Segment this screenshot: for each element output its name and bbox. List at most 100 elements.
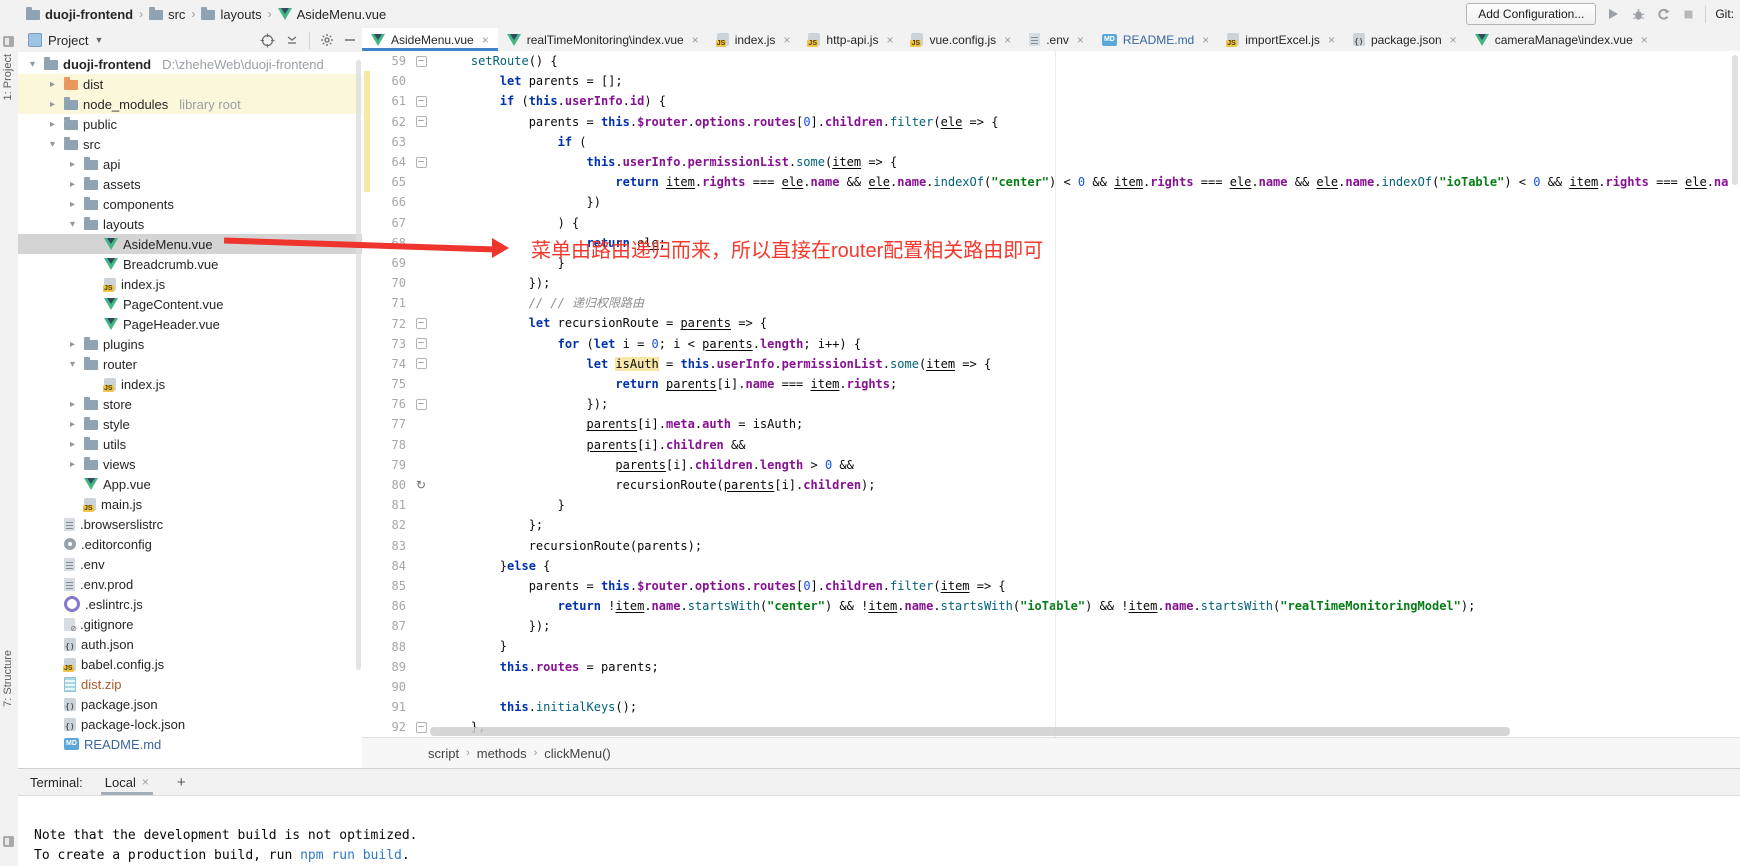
chevron-closed-icon[interactable]: ▸ xyxy=(66,179,79,190)
editor-tab-realtimemonitoring-index-vue[interactable]: realTimeMonitoring\index.vue× xyxy=(498,28,708,51)
project-tree-scrollbar[interactable] xyxy=(356,60,361,670)
code-line-61[interactable]: 61– if (this.userInfo.id) { xyxy=(362,91,1740,111)
tree-item-readme-md[interactable]: README.md xyxy=(18,734,362,754)
tree-item-dist-zip[interactable]: dist.zip xyxy=(18,674,362,694)
tree-item-layouts[interactable]: ▾layouts xyxy=(18,214,362,234)
stop-icon[interactable] xyxy=(1680,6,1696,22)
close-tab-icon[interactable]: × xyxy=(1450,33,1457,47)
code-breadcrumb-clickmenu[interactable]: clickMenu() xyxy=(544,746,610,761)
close-terminal-tab-icon[interactable]: × xyxy=(142,775,149,789)
code-line-89[interactable]: 89 this.routes = parents; xyxy=(362,657,1740,677)
tree-item-store[interactable]: ▸store xyxy=(18,394,362,414)
tree-item-gitignore[interactable]: .gitignore xyxy=(18,614,362,634)
tool-button-project[interactable]: 1: Project xyxy=(2,54,14,100)
tree-item-views[interactable]: ▸views xyxy=(18,454,362,474)
recursive-call-icon[interactable]: ↻ xyxy=(414,478,428,492)
code-line-66[interactable]: 66 }) xyxy=(362,192,1740,212)
fold-region-icon[interactable]: – xyxy=(414,96,428,107)
tree-item-node-modules[interactable]: ▸node_moduleslibrary root xyxy=(18,94,362,114)
locate-file-icon[interactable] xyxy=(260,33,275,48)
fold-region-icon[interactable]: – xyxy=(414,722,428,733)
tree-item-components[interactable]: ▸components xyxy=(18,194,362,214)
code-line-64[interactable]: 64– this.userInfo.permissionList.some(it… xyxy=(362,152,1740,172)
fold-region-icon[interactable]: – xyxy=(414,56,428,67)
code-line-86[interactable]: 86 return !item.name.startsWith("center"… xyxy=(362,596,1740,616)
tree-item-breadcrumb-vue[interactable]: Breadcrumb.vue xyxy=(18,254,362,274)
tree-item-auth-json[interactable]: auth.json xyxy=(18,634,362,654)
run-icon[interactable] xyxy=(1605,6,1621,22)
tool-button-structure[interactable]: 7: Structure xyxy=(2,650,14,707)
fold-region-icon[interactable]: – xyxy=(414,157,428,168)
code-line-62[interactable]: 62– parents = this.$router.options.route… xyxy=(362,112,1740,132)
tree-item-editorconfig[interactable]: .editorconfig xyxy=(18,534,362,554)
tree-item-pagecontent-vue[interactable]: PageContent.vue xyxy=(18,294,362,314)
tree-item-router[interactable]: ▾router xyxy=(18,354,362,374)
code-line-87[interactable]: 87 }); xyxy=(362,616,1740,636)
editor-tab-asidemenu-vue[interactable]: AsideMenu.vue× xyxy=(362,28,498,51)
tree-item-main-js[interactable]: main.js xyxy=(18,494,362,514)
chevron-closed-icon[interactable]: ▸ xyxy=(66,399,79,410)
code-line-79[interactable]: 79 parents[i].children.length > 0 && xyxy=(362,455,1740,475)
git-label[interactable]: Git: xyxy=(1715,7,1734,21)
close-tab-icon[interactable]: × xyxy=(1328,33,1335,47)
code-line-78[interactable]: 78 parents[i].children && xyxy=(362,435,1740,455)
add-configuration-button[interactable]: Add Configuration... xyxy=(1466,3,1596,25)
code-line-71[interactable]: 71 // // 递归权限路由 xyxy=(362,293,1740,313)
code-line-67[interactable]: 67 ) { xyxy=(362,213,1740,233)
tree-item-package-json[interactable]: package.json xyxy=(18,694,362,714)
fold-region-icon[interactable]: – xyxy=(414,318,428,329)
editor-tab-env[interactable]: .env× xyxy=(1020,28,1093,51)
chevron-closed-icon[interactable]: ▸ xyxy=(66,419,79,430)
chevron-open-icon[interactable]: ▾ xyxy=(66,359,79,370)
bottom-tool-icon[interactable] xyxy=(3,836,14,847)
close-tab-icon[interactable]: × xyxy=(482,33,489,47)
vertical-scrollbar[interactable] xyxy=(1732,55,1738,185)
chevron-open-icon[interactable]: ▾ xyxy=(46,139,59,150)
editor-tab-vue-config-js[interactable]: vue.config.js× xyxy=(902,28,1020,51)
close-tab-icon[interactable]: × xyxy=(1202,33,1209,47)
chevron-closed-icon[interactable]: ▸ xyxy=(66,459,79,470)
settings-gear-icon[interactable] xyxy=(320,33,334,47)
tree-item-index-js[interactable]: index.js xyxy=(18,374,362,394)
tree-item-duoji-frontend[interactable]: ▾duoji-frontendD:\zheheWeb\duoji-fronten… xyxy=(18,54,362,74)
close-tab-icon[interactable]: × xyxy=(783,33,790,47)
code-line-72[interactable]: 72– let recursionRoute = parents => { xyxy=(362,313,1740,333)
code-line-85[interactable]: 85 parents = this.$router.options.routes… xyxy=(362,576,1740,596)
editor-tab-package-json[interactable]: package.json× xyxy=(1344,28,1466,51)
close-tab-icon[interactable]: × xyxy=(1077,33,1084,47)
code-line-83[interactable]: 83 recursionRoute(parents); xyxy=(362,536,1740,556)
code-breadcrumb-script[interactable]: script xyxy=(428,746,459,761)
tree-item-eslintrc-js[interactable]: .eslintrc.js xyxy=(18,594,362,614)
tree-item-babel-config-js[interactable]: babel.config.js xyxy=(18,654,362,674)
tree-item-style[interactable]: ▸style xyxy=(18,414,362,434)
close-tab-icon[interactable]: × xyxy=(692,33,699,47)
code-line-74[interactable]: 74– let isAuth = this.userInfo.permissio… xyxy=(362,354,1740,374)
editor-tab-http-api-js[interactable]: http-api.js× xyxy=(799,28,902,51)
rerun-coverage-icon[interactable] xyxy=(1655,6,1671,22)
horizontal-scrollbar[interactable] xyxy=(430,727,1510,736)
chevron-closed-icon[interactable]: ▸ xyxy=(66,439,79,450)
editor-tab-index-js[interactable]: index.js× xyxy=(708,28,800,51)
breadcrumb-item-asidemenu-vue[interactable]: AsideMenu.vue xyxy=(278,7,387,22)
tree-item-pageheader-vue[interactable]: PageHeader.vue xyxy=(18,314,362,334)
tree-item-src[interactable]: ▾src xyxy=(18,134,362,154)
close-tab-icon[interactable]: × xyxy=(1004,33,1011,47)
code-line-80[interactable]: 80↻ recursionRoute(parents[i].children); xyxy=(362,475,1740,495)
new-terminal-icon[interactable]: + xyxy=(171,774,192,791)
code-line-82[interactable]: 82 }; xyxy=(362,515,1740,535)
fold-region-icon[interactable]: – xyxy=(414,116,428,127)
code-breadcrumb-methods[interactable]: methods xyxy=(477,746,527,761)
code-line-70[interactable]: 70 }); xyxy=(362,273,1740,293)
collapse-all-icon[interactable] xyxy=(285,33,299,47)
tree-item-public[interactable]: ▸public xyxy=(18,114,362,134)
tree-item-env-prod[interactable]: .env.prod xyxy=(18,574,362,594)
code-editor[interactable]: 59– setRoute() {60 let parents = [];61– … xyxy=(362,51,1740,737)
terminal-output[interactable]: Note that the development build is not o… xyxy=(18,796,1740,866)
tree-item-dist[interactable]: ▸dist xyxy=(18,74,362,94)
debug-icon[interactable] xyxy=(1630,6,1646,22)
chevron-closed-icon[interactable]: ▸ xyxy=(46,79,59,90)
code-line-76[interactable]: 76– }); xyxy=(362,394,1740,414)
code-line-77[interactable]: 77 parents[i].meta.auth = isAuth; xyxy=(362,414,1740,434)
tree-item-plugins[interactable]: ▸plugins xyxy=(18,334,362,354)
chevron-closed-icon[interactable]: ▸ xyxy=(46,119,59,130)
